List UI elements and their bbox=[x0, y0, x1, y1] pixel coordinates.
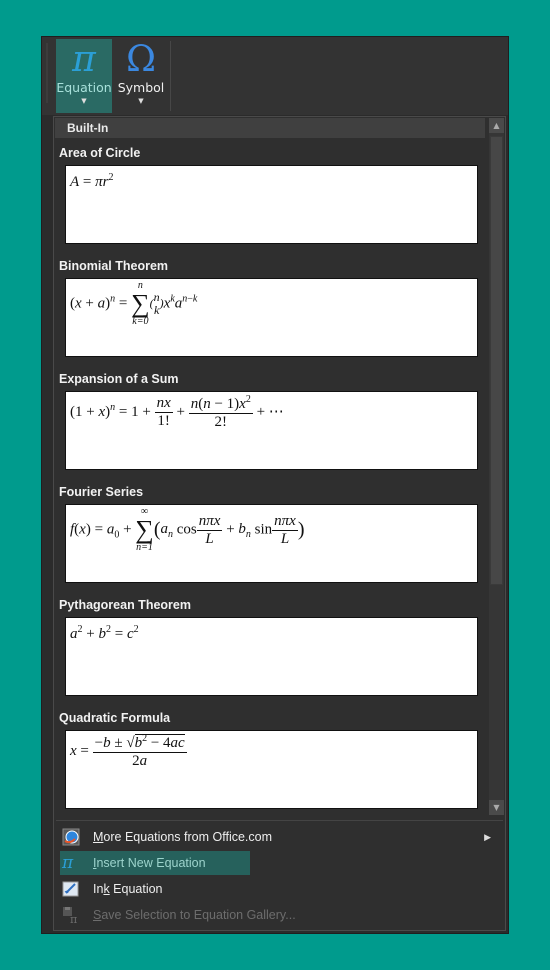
submenu-arrow-icon: ▶ bbox=[484, 832, 491, 842]
equation-render: A = πr2 bbox=[70, 172, 114, 190]
menu-item-insert-new-equation[interactable]: π Insert New Equation bbox=[54, 850, 505, 876]
ribbon-group: π Equation ▼ Ω Symbol ▼ bbox=[42, 37, 508, 115]
gallery-item-title: Quadratic Formula bbox=[59, 711, 171, 725]
gallery-item-title: Binomial Theorem bbox=[59, 259, 169, 273]
gallery-item-title: Area of Circle bbox=[59, 146, 141, 160]
equation-preview[interactable]: x = −b ± √b2 − 4ac 2a bbox=[65, 730, 478, 809]
menu-separator bbox=[56, 820, 503, 821]
equation-menu: More Equations from Office.com ▶ π Inser… bbox=[54, 824, 505, 928]
menu-item-save-selection[interactable]: π Save Selection to Equation Gallery... bbox=[54, 902, 505, 928]
menu-item-label: More Equations from Office.com bbox=[93, 830, 273, 844]
omega-icon: Ω bbox=[126, 39, 156, 80]
gallery-item-area-of-circle[interactable]: Area of Circle A = πr2 bbox=[54, 138, 486, 251]
ribbon-divider bbox=[46, 43, 48, 103]
ribbon-separator bbox=[170, 41, 171, 111]
chevron-down-icon: ▼ bbox=[138, 97, 144, 105]
equation-render: (1 + x)n = 1 + nx 1! + n(n − 1)x2 2! + ⋯ bbox=[70, 394, 284, 430]
office-globe-icon bbox=[62, 828, 80, 846]
equation-label: Equation bbox=[56, 80, 112, 95]
equation-preview[interactable]: a2 + b2 = c2 bbox=[65, 617, 478, 696]
gallery-scrollbar[interactable]: ▲ ▼ bbox=[489, 118, 504, 815]
menu-item-label: Ink Equation bbox=[93, 882, 163, 896]
gallery-item-fourier-series[interactable]: Fourier Series f(x) = a0 + ∞ ∑ n=1 (an cos n… bbox=[54, 477, 486, 590]
pi-icon: π bbox=[72, 39, 96, 80]
gallery-item-title: Pythagorean Theorem bbox=[59, 598, 191, 612]
equation-render: (x + a)n = n ∑ k=0(n k)xkan−k bbox=[70, 280, 198, 327]
equation-dropdown-window: π Equation ▼ Ω Symbol ▼ Built-In Area of… bbox=[41, 36, 509, 934]
scroll-up-arrow-icon[interactable]: ▲ bbox=[489, 118, 504, 133]
equation-render: x = −b ± √b2 − 4ac 2a bbox=[70, 733, 187, 769]
gallery-item-title: Expansion of a Sum bbox=[59, 372, 179, 386]
svg-text:π: π bbox=[70, 913, 77, 924]
menu-item-label: Save Selection to Equation Gallery... bbox=[93, 908, 296, 922]
equation-gallery-dropdown: Built-In Area of Circle A = πr2 Binomial… bbox=[53, 116, 506, 931]
menu-item-ink-equation[interactable]: Ink Equation bbox=[54, 876, 505, 902]
scroll-down-arrow-icon[interactable]: ▼ bbox=[489, 800, 504, 815]
scrollbar-thumb[interactable] bbox=[490, 136, 503, 585]
gallery-header: Built-In bbox=[55, 118, 485, 138]
menu-item-more-equations[interactable]: More Equations from Office.com ▶ bbox=[54, 824, 505, 850]
gallery-item-quadratic-formula[interactable]: Quadratic Formula x = −b ± √b2 − 4ac 2a bbox=[54, 703, 486, 815]
equation-render: a2 + b2 = c2 bbox=[70, 624, 139, 642]
gallery-item-expansion-of-a-sum[interactable]: (1 + x)n = 1 + nx 1! + n(n − 1)x2 2! + ⋯ E… bbox=[54, 364, 486, 477]
equation-preview[interactable]: A = πr2 bbox=[65, 165, 478, 244]
pi-icon: π bbox=[62, 853, 74, 873]
symbol-button[interactable]: Ω Symbol ▼ bbox=[114, 39, 168, 113]
menu-item-label: Insert New Equation bbox=[93, 856, 206, 870]
gallery-item-title: Fourier Series bbox=[59, 485, 144, 499]
equation-preview[interactable]: (x + a)n = n ∑ k=0(n k)xkan−k bbox=[65, 278, 478, 357]
gallery-item-binomial-theorem[interactable]: Binomial Theorem (x + a)n = n ∑ k=0(n k)xka… bbox=[54, 251, 486, 364]
equation-preview[interactable]: (1 + x)n = 1 + nx 1! + n(n − 1)x2 2! + ⋯ bbox=[65, 391, 478, 470]
save-equation-icon: π bbox=[62, 906, 80, 926]
chevron-down-icon: ▼ bbox=[81, 97, 87, 105]
equation-button[interactable]: π Equation ▼ bbox=[56, 39, 112, 113]
symbol-label: Symbol bbox=[117, 80, 165, 95]
equation-gallery: Area of Circle A = πr2 Binomial Theorem … bbox=[54, 138, 486, 815]
ink-pen-icon bbox=[62, 880, 80, 898]
gallery-item-pythagorean-theorem[interactable]: Pythagorean Theorem a2 + b2 = c2 bbox=[54, 590, 486, 703]
equation-render: f(x) = a0 + ∞ ∑ n=1 (an cos nπx L + bn sin nπx… bbox=[70, 506, 305, 553]
equation-preview[interactable]: f(x) = a0 + ∞ ∑ n=1 (an cos nπx L + bn sin nπx… bbox=[65, 504, 478, 583]
